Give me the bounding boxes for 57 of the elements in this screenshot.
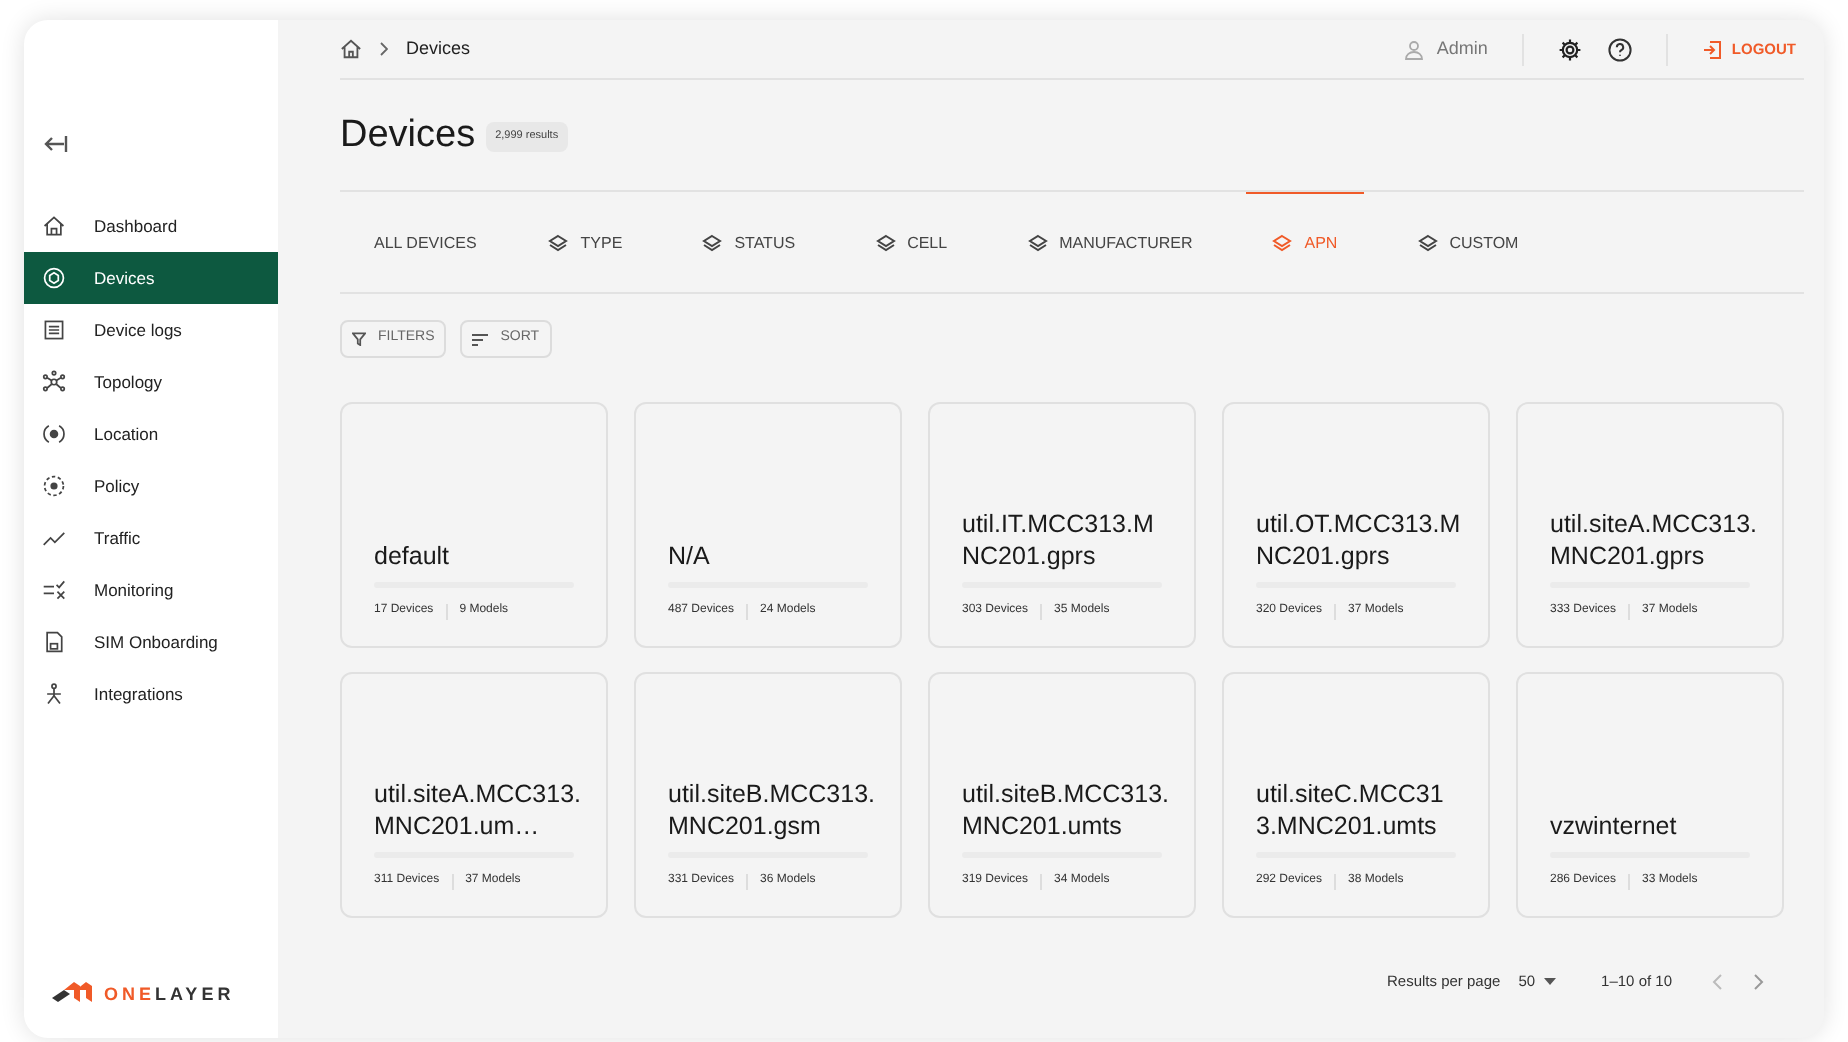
breadcrumb-link[interactable]: Devices [406, 35, 471, 63]
sidebar-item[interactable]: Location [24, 408, 278, 460]
layers-icon [1417, 233, 1438, 253]
tab[interactable]: TYPE [522, 192, 649, 292]
sidebar-item[interactable]: Dashboard [24, 200, 278, 252]
layers-icon [1027, 233, 1048, 253]
user-icon [1404, 39, 1425, 59]
sidebar-item[interactable]: Devices [24, 252, 278, 304]
sidebar-item[interactable]: Topology [24, 356, 278, 408]
tab[interactable]: CELL [849, 192, 974, 292]
card-title: util.siteB.MCC313.MNC201.gsm [668, 778, 876, 842]
sidebar-item[interactable]: Integrations [24, 668, 278, 720]
caret-icon [1543, 978, 1556, 986]
card-title: vzwinternet [1550, 810, 1679, 842]
user-name[interactable]: Admin [1436, 35, 1488, 63]
logo-text: ONE LAYER [104, 982, 235, 1009]
sidebar-item[interactable]: Traffic [24, 512, 278, 564]
card-title: util.IT.MCC313.MNC201.gprs [962, 508, 1156, 572]
card-title: util.siteA.MCC313.MNC201.gprs [1550, 508, 1758, 572]
tab[interactable]: STATUS [676, 192, 822, 292]
device-icon [42, 266, 66, 290]
card-title: util.siteB.MCC313.MNC201.umts [962, 778, 1170, 842]
page-title: Devices [340, 112, 476, 161]
filter-icon [352, 332, 366, 346]
next-page-icon[interactable] [1754, 974, 1764, 990]
tab[interactable]: ALL DEVICES [348, 192, 503, 292]
card-title: N/A [668, 540, 712, 572]
integrations-icon [42, 682, 66, 706]
sidebar-item[interactable]: Device logs [24, 304, 278, 356]
topology-icon [42, 370, 66, 394]
traffic-icon [42, 526, 66, 550]
settings-icon[interactable] [1557, 37, 1582, 61]
sort-icon [472, 333, 489, 345]
layers-icon [702, 233, 723, 253]
layers-icon [548, 233, 569, 253]
policy-icon [42, 474, 66, 498]
sidebar-item[interactable]: SIM Onboarding [24, 616, 278, 668]
home-icon [42, 214, 66, 238]
card-title: util.siteC.MCC313.MNC201.umts [1256, 778, 1446, 842]
sim-icon [42, 630, 66, 654]
tab[interactable]: MANUFACTURER [1001, 192, 1219, 292]
layers-icon [875, 233, 896, 253]
card-title: util.siteA.MCC313.MNC201.um… [374, 778, 582, 842]
sidebar-item[interactable]: Monitoring [24, 564, 278, 616]
monitoring-icon [42, 578, 66, 602]
card-title: default [374, 540, 452, 572]
home-icon[interactable] [340, 38, 362, 60]
card-title: util.OT.MCC313.MNC201.gprs [1256, 508, 1463, 572]
sidebar-item[interactable]: Policy [24, 460, 278, 512]
layers-icon [1272, 233, 1293, 253]
tab[interactable]: CUSTOM [1391, 192, 1545, 292]
collapse-arrow-icon[interactable] [44, 134, 68, 154]
help-icon[interactable] [1607, 37, 1632, 61]
chevron-icon [380, 42, 388, 56]
list-icon [42, 318, 66, 342]
logout-icon [1701, 39, 1722, 59]
location-icon [42, 422, 66, 446]
